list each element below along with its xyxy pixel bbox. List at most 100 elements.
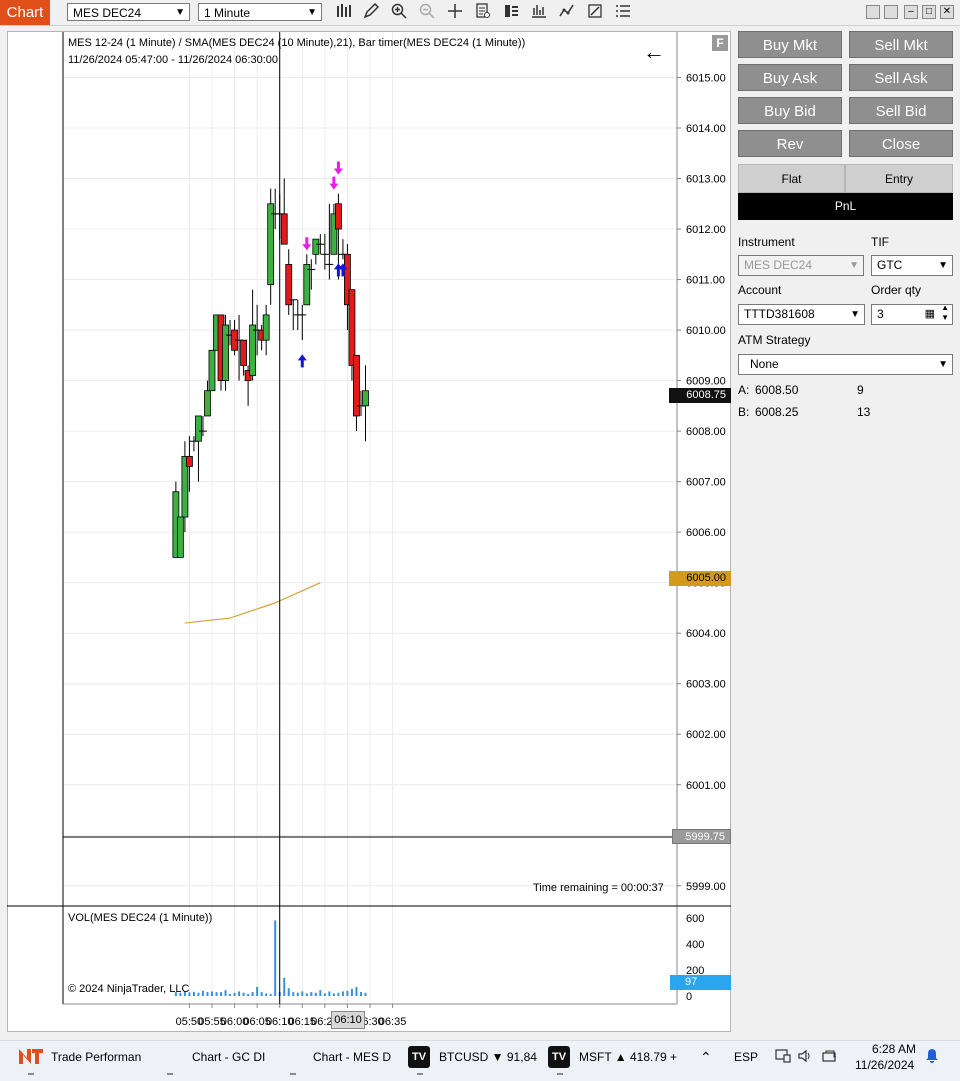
volume-tick-label: 0 <box>686 991 692 1003</box>
candle-body <box>262 314 270 341</box>
network-icon[interactable] <box>821 1048 839 1067</box>
volume-bar <box>229 994 232 996</box>
candle-body <box>303 263 311 306</box>
taskbar-indicator <box>557 1073 563 1075</box>
taskbar-item-chart-gc[interactable]: Chart - GC DI <box>192 1049 265 1065</box>
price-tick-label: 6004.00 <box>686 628 726 640</box>
order-qty-stepper[interactable]: 3 ▦ ▲ ▼ <box>871 303 953 325</box>
account-select[interactable]: TTTD381608 ▼ <box>738 304 865 325</box>
close-position-button[interactable]: Close <box>849 130 953 157</box>
volume-bar <box>319 990 322 996</box>
price-tick-label: 6013.00 <box>686 174 726 186</box>
candle-body <box>285 263 293 306</box>
instrument-field-value: MES DEC24 <box>744 258 813 272</box>
taskbar-indicator <box>417 1073 423 1075</box>
volume-bar <box>328 991 331 996</box>
language-indicator[interactable]: ESP <box>734 1049 758 1065</box>
volume-bar <box>350 988 353 996</box>
price-tick-label: 6014.00 <box>686 123 726 135</box>
volume-bar <box>355 986 358 996</box>
price-tick-label: 6008.00 <box>686 426 726 438</box>
volume-bar <box>359 992 362 996</box>
price-tick-label: 6012.00 <box>686 224 726 236</box>
chart-header-range: 11/26/2024 05:47:00 - 11/26/2024 06:30:0… <box>68 54 278 66</box>
tif-label: TIF <box>871 235 889 249</box>
back-arrow-icon[interactable]: ← <box>643 40 665 64</box>
sell-bid-button[interactable]: Sell Bid <box>849 97 953 124</box>
volume-panel-label: VOL(MES DEC24 (1 Minute)) <box>68 912 213 924</box>
volume-speaker-icon[interactable] <box>797 1048 813 1067</box>
candle-body <box>240 339 247 366</box>
volume-bar <box>323 993 326 996</box>
volume-bar <box>314 992 317 996</box>
sell-signal-arrow <box>302 237 312 251</box>
candle-body <box>280 213 288 245</box>
position-status: Flat <box>738 164 845 193</box>
candle-body <box>195 415 202 442</box>
ask-size: 9 <box>857 383 864 397</box>
calculator-icon[interactable]: ▦ <box>925 305 935 324</box>
bar-timer-text: Time remaining = 00:00:37 <box>533 882 664 894</box>
sma-layer <box>184 582 321 624</box>
candle-body <box>222 324 229 381</box>
order-qty-value: 3 <box>877 307 884 321</box>
volume-bar <box>296 992 299 996</box>
volume-bar <box>305 993 308 996</box>
instrument-label: Instrument <box>738 235 795 249</box>
axes-layer: 6015.00 6014.00 6013.00 6012.00 6011.00 6010.… <box>7 32 731 1028</box>
volume-bar <box>260 992 263 996</box>
bottom-price-marker: 5999.75 <box>672 829 731 844</box>
price-tick-label: 6015.00 <box>686 72 726 84</box>
candle-body <box>334 203 342 230</box>
display-icon[interactable] <box>775 1048 791 1067</box>
price-tick-label: 6009.00 <box>686 376 726 388</box>
candle-body <box>267 203 275 286</box>
price-tick-label: 6001.00 <box>686 780 726 792</box>
volume-bar <box>210 991 213 996</box>
taskbar-clock-date[interactable]: 11/26/2024 <box>855 1058 914 1072</box>
taskbar-item-trade-performance[interactable]: Trade Performan <box>51 1049 141 1065</box>
taskbar-ticker-btcusd[interactable]: BTCUSD ▼ 91,84 <box>439 1049 537 1065</box>
volume-bar <box>242 992 245 996</box>
chevron-up-icon[interactable]: ⌃ <box>700 1049 712 1065</box>
tif-select[interactable]: GTC ▼ <box>871 255 953 276</box>
volume-bar <box>301 991 304 996</box>
f-button[interactable]: F <box>712 35 728 51</box>
taskbar-clock-time[interactable]: 6:28 AM <box>872 1042 916 1056</box>
sell-mkt-button[interactable]: Sell Mkt <box>849 31 953 58</box>
price-tick-label: 6003.00 <box>686 679 726 691</box>
tradingview-logo-icon[interactable]: TV <box>408 1046 430 1068</box>
volume-bar <box>265 993 268 996</box>
candle-body <box>353 354 360 417</box>
bid-label: B: <box>738 405 750 419</box>
order-qty-label: Order qty <box>871 283 922 297</box>
buy-ask-button[interactable]: Buy Ask <box>738 64 842 91</box>
volume-bar <box>224 990 227 996</box>
buy-bid-button[interactable]: Buy Bid <box>738 97 842 124</box>
bid-size: 13 <box>857 405 871 419</box>
volume-bar <box>364 992 367 996</box>
volume-bar <box>197 992 200 996</box>
instrument-field: MES DEC24 ▼ <box>738 255 864 276</box>
tradingview-logo-icon[interactable]: TV <box>548 1046 570 1068</box>
reverse-button[interactable]: Rev <box>738 130 842 157</box>
atm-strategy-select[interactable]: None ▼ <box>738 354 953 375</box>
taskbar-indicator <box>167 1073 173 1075</box>
taskbar-ticker-msft[interactable]: MSFT ▲ 418.79 + <box>579 1049 677 1065</box>
chevron-down-icon: ▼ <box>850 309 860 320</box>
chevron-down-icon: ▼ <box>849 260 859 271</box>
volume-bar <box>292 992 295 996</box>
volume-tick-label: 600 <box>686 913 704 925</box>
volume-bar <box>220 992 223 996</box>
taskbar-item-chart-mes[interactable]: Chart - MES D <box>313 1049 391 1065</box>
volume-bar <box>269 994 272 996</box>
buy-mkt-button[interactable]: Buy Mkt <box>738 31 842 58</box>
notification-bell-icon[interactable] <box>925 1048 939 1067</box>
sell-ask-button[interactable]: Sell Ask <box>849 64 953 91</box>
volume-bar <box>251 992 254 996</box>
ninjatrader-logo-icon[interactable] <box>18 1046 44 1066</box>
stepper-arrows-icon[interactable]: ▲ ▼ <box>941 303 949 323</box>
volume-bar <box>206 992 209 996</box>
volume-bar <box>215 992 218 996</box>
volume-bar <box>238 991 241 996</box>
